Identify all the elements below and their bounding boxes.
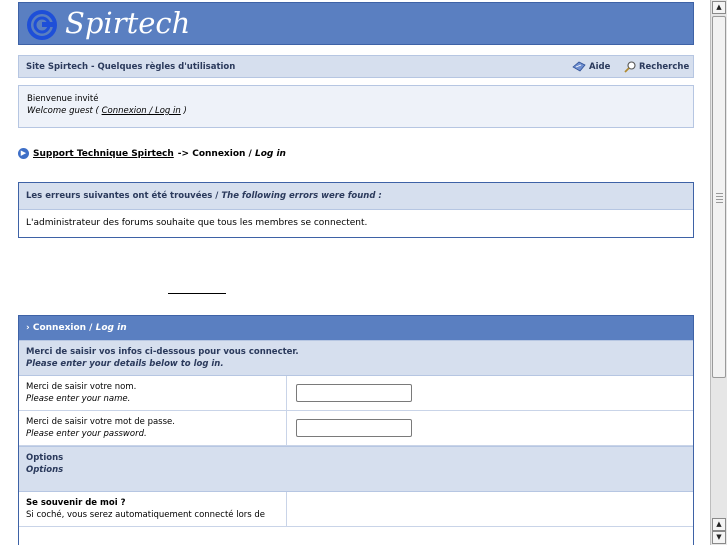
login-intro-fr: Merci de saisir vos infos ci-dessous pou… bbox=[26, 347, 299, 357]
welcome-login-sep: / bbox=[146, 106, 155, 116]
login-heading-arrow-icon: › bbox=[26, 323, 30, 333]
username-label-fr: Merci de saisir votre nom. bbox=[26, 382, 137, 392]
vertical-scrollbar[interactable]: ▲ ▲ ▼ bbox=[710, 0, 727, 545]
breadcrumb-arrow: -> bbox=[177, 148, 193, 159]
error-message: L'administrateur des forums souhaite que… bbox=[26, 218, 368, 228]
help-label: Aide bbox=[589, 61, 611, 72]
remember-me-label: Se souvenir de moi ? Si coché, vous sere… bbox=[19, 492, 287, 526]
login-heading: › Connexion / Log in bbox=[19, 316, 693, 340]
breadcrumb: ▶ Support Technique Spirtech -> Connexio… bbox=[18, 148, 286, 159]
password-field-cell bbox=[287, 411, 693, 445]
username-input[interactable] bbox=[296, 384, 412, 402]
breadcrumb-current: -> Connexion / Log in bbox=[178, 149, 286, 159]
spirtech-logo-icon bbox=[27, 10, 57, 40]
nav-bar: Site Spirtech - Quelques règles d'utilis… bbox=[18, 55, 694, 78]
scrollbar-grip-icon bbox=[716, 193, 723, 203]
username-field-cell bbox=[287, 376, 693, 410]
error-heading-en: The following errors were found : bbox=[221, 191, 382, 201]
site-rules-link[interactable]: Site Spirtech - Quelques règles d'utilis… bbox=[26, 62, 235, 72]
welcome-guest-prefix: Welcome guest ( bbox=[27, 106, 102, 116]
divider-line bbox=[168, 293, 226, 294]
error-heading-fr: Les erreurs suivantes ont été trouvées / bbox=[26, 191, 222, 201]
password-input[interactable] bbox=[296, 419, 412, 437]
help-icon bbox=[572, 61, 586, 72]
scroll-up-arrow-icon[interactable]: ▲ bbox=[712, 1, 726, 14]
breadcrumb-bullet-icon: ▶ bbox=[18, 148, 29, 159]
welcome-login-en: Log in bbox=[154, 106, 181, 116]
scrollbar-thumb[interactable] bbox=[712, 16, 726, 378]
options-heading: Options Options bbox=[19, 446, 693, 492]
breadcrumb-current-fr: Connexion / bbox=[192, 148, 255, 159]
welcome-text: Bienvenue invité bbox=[27, 94, 99, 104]
remember-me-row: Se souvenir de moi ? Si coché, vous sere… bbox=[19, 492, 693, 527]
remember-me-desc: Si coché, vous serez automatiquement con… bbox=[26, 510, 266, 520]
login-panel: › Connexion / Log in Merci de saisir vos… bbox=[18, 315, 694, 545]
welcome-guest-line: Welcome guest ( Connexion / Log in ) bbox=[27, 105, 685, 117]
login-intro: Merci de saisir vos infos ci-dessous pou… bbox=[19, 340, 693, 376]
welcome-login-link[interactable]: Connexion / Log in bbox=[102, 106, 181, 116]
login-intro-en: Please enter your details below to log i… bbox=[26, 359, 224, 369]
username-row: Merci de saisir votre nom. Please enter … bbox=[19, 376, 693, 411]
username-label-en: Please enter your name. bbox=[26, 394, 131, 404]
password-label-en: Please enter your password. bbox=[26, 429, 147, 439]
welcome-login-fr: Connexion bbox=[101, 106, 147, 116]
options-heading-en: Options bbox=[26, 465, 64, 475]
welcome-panel: Bienvenue invité Welcome guest ( Connexi… bbox=[18, 85, 694, 128]
password-label: Merci de saisir votre mot de passe. Plea… bbox=[19, 411, 287, 445]
breadcrumb-forum-link[interactable]: Support Technique Spirtech bbox=[33, 149, 174, 159]
scroll-up-arrow-icon[interactable]: ▲ bbox=[712, 518, 726, 531]
forum-page: Spirtech Site Spirtech - Quelques règles… bbox=[0, 0, 710, 545]
login-heading-en: Log in bbox=[95, 323, 127, 333]
error-heading: Les erreurs suivantes ont été trouvées /… bbox=[19, 183, 693, 210]
breadcrumb-current-en: Log in bbox=[254, 148, 286, 159]
search-icon bbox=[624, 61, 636, 73]
site-header: Spirtech bbox=[18, 2, 694, 45]
remember-me-title: Se souvenir de moi ? bbox=[26, 498, 126, 508]
login-heading-fr: Connexion / bbox=[32, 323, 96, 333]
help-link[interactable]: Aide bbox=[572, 61, 610, 72]
search-label: Recherche bbox=[639, 62, 690, 72]
scroll-down-arrow-icon[interactable]: ▼ bbox=[712, 531, 726, 544]
search-link[interactable]: Recherche bbox=[624, 61, 689, 73]
welcome-guest-suffix: ) bbox=[180, 106, 187, 116]
username-label: Merci de saisir votre nom. Please enter … bbox=[19, 376, 287, 410]
options-heading-fr: Options bbox=[26, 453, 64, 463]
password-row: Merci de saisir votre mot de passe. Plea… bbox=[19, 411, 693, 446]
error-panel: Les erreurs suivantes ont été trouvées /… bbox=[18, 182, 694, 238]
site-name[interactable]: Spirtech bbox=[65, 5, 190, 41]
password-label-fr: Merci de saisir votre mot de passe. bbox=[26, 417, 175, 427]
remember-me-field-cell bbox=[287, 492, 693, 526]
